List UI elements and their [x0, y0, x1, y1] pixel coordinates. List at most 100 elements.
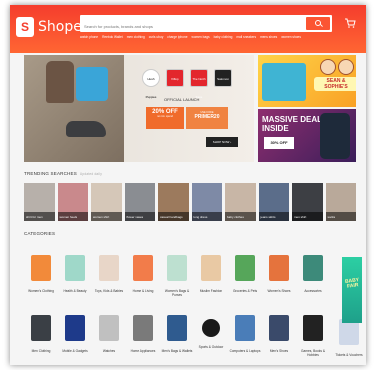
category-label: Home Appliances: [130, 349, 156, 353]
cart-icon[interactable]: [344, 17, 356, 29]
brand-logo: Salomon: [214, 69, 232, 87]
brand-logos: Hush Puppies fitflop The North Face Salo…: [142, 69, 232, 99]
category-image: [235, 255, 255, 281]
category-image: [269, 255, 289, 281]
category-label: Sports & Outdoor: [198, 345, 224, 349]
main-carousel-banner[interactable]: Hush Puppies fitflop The North Face Salo…: [24, 55, 254, 162]
category-item[interactable]: Games, Books & Hobbies: [296, 311, 330, 365]
category-item[interactable]: Muslim Fashion: [194, 251, 228, 307]
category-label: Women's Shoes: [267, 289, 291, 293]
category-image: [31, 255, 51, 281]
side-banner-offer: 30% OFF: [264, 137, 294, 149]
floating-promo-banner[interactable]: BABY FAIR: [342, 257, 362, 323]
discount-note: no min. spend: [157, 115, 173, 118]
category-item[interactable]: Health & Beauty: [58, 251, 92, 307]
trending-label: long dress: [191, 212, 222, 221]
category-item[interactable]: Men Clothing: [24, 311, 58, 365]
trending-section-title: TRENDING SEARCHES Updated daily: [24, 171, 102, 176]
suggestion-link[interactable]: curls ubuy: [149, 35, 164, 39]
category-item[interactable]: Groceries & Pets: [228, 251, 262, 307]
category-label: Computers & Laptops: [229, 349, 261, 353]
search-button[interactable]: [306, 17, 330, 30]
promo-code-box: USE CODE PRIMER20: [186, 107, 228, 129]
suggestion-link[interactable]: baby clothing: [214, 35, 233, 39]
category-image: [133, 255, 153, 281]
trending-item[interactable]: men shirt: [292, 183, 323, 221]
coat-image: [320, 113, 350, 159]
category-item[interactable]: Computers & Laptops: [228, 311, 262, 365]
categories-grid: Women's Clothing Health & Beauty Toys, K…: [24, 251, 342, 365]
category-item[interactable]: Mobile & Gadgets: [58, 311, 92, 365]
category-label: Health & Beauty: [63, 289, 87, 293]
suggestion-link[interactable]: mall sneakers: [236, 35, 256, 39]
suggestion-link[interactable]: women shoes: [281, 35, 301, 39]
trending-item[interactable]: women shirt: [91, 183, 122, 221]
category-item[interactable]: Women's Bags & Purses: [160, 251, 194, 307]
shoe-image: [66, 121, 106, 137]
category-image: [65, 255, 85, 281]
trending-title: TRENDING SEARCHES: [24, 171, 77, 176]
category-image: [99, 255, 119, 281]
browser-frame: S Shopee watch phone Reebok Wallet men c…: [10, 5, 366, 365]
side-banner-top[interactable]: SEAN & SOPHIE'S: [258, 55, 356, 107]
banner-product-photo: [24, 55, 124, 162]
trending-item[interactable]: socks: [325, 183, 356, 221]
character-icon: [320, 59, 336, 75]
category-image: [65, 315, 85, 341]
search-input[interactable]: [80, 18, 292, 35]
category-image: [235, 315, 255, 341]
trending-item[interactable]: baby clothes: [225, 183, 256, 221]
header-bar: S Shopee watch phone Reebok Wallet men c…: [10, 5, 366, 53]
category-item[interactable]: Women's Shoes: [262, 251, 296, 307]
category-label: Games, Books & Hobbies: [301, 349, 325, 357]
trending-item[interactable]: women heels: [57, 183, 88, 221]
suggestion-link[interactable]: women bags: [192, 35, 210, 39]
search-bar: [80, 15, 332, 35]
brand-logo: Hush Puppies: [142, 69, 160, 99]
promo-text: BABY FAIR: [344, 277, 360, 290]
shop-now-button[interactable]: SHOP NOW ›: [206, 137, 238, 147]
category-image: [202, 319, 220, 337]
categories-section-title: CATEGORIES: [24, 231, 56, 236]
category-item[interactable]: Home & Living: [126, 251, 160, 307]
categories-row: Men Clothing Mobile & Gadgets Watches Ho…: [24, 311, 342, 365]
category-item[interactable]: Accessories: [296, 251, 330, 307]
category-item[interactable]: Toys, Kids & Babies: [92, 251, 126, 307]
trending-label: women heels: [57, 212, 88, 221]
category-label: Mobile & Gadgets: [62, 349, 88, 353]
side-banner-bottom[interactable]: MASSIVE DEALS INSIDE 30% OFF: [258, 109, 356, 162]
category-item[interactable]: Men's Bags & Wallets: [160, 311, 194, 365]
suggestion-link[interactable]: men clothing: [127, 35, 145, 39]
category-label: Men Clothing: [31, 349, 51, 353]
category-image: [133, 315, 153, 341]
category-image: [99, 315, 119, 341]
category-item[interactable]: Men's Shoes: [262, 311, 296, 365]
search-suggestions: watch phone Reebok Wallet men clothing c…: [80, 35, 301, 39]
trending-label: jeans skirts: [258, 212, 289, 221]
category-item[interactable]: Women's Clothing: [24, 251, 58, 307]
suggestion-link[interactable]: charge iphone: [167, 35, 187, 39]
category-label: Toys, Kids & Babies: [94, 289, 124, 293]
category-image: [269, 315, 289, 341]
category-image: [201, 255, 221, 281]
trending-item[interactable]: shirt for men: [24, 183, 55, 221]
category-label: Groceries & Pets: [232, 289, 258, 293]
shopping-bag-icon: S: [16, 17, 34, 37]
trending-item[interactable]: casual handbags: [158, 183, 189, 221]
promo-code: PRIMER20: [194, 114, 220, 120]
category-image: [167, 315, 187, 341]
suggestion-link[interactable]: mens shoes: [260, 35, 277, 39]
trending-item[interactable]: jeans skirts: [258, 183, 289, 221]
category-item[interactable]: Sports & Outdoor: [194, 311, 228, 365]
trending-label: men shirt: [292, 212, 323, 221]
category-label: Men's Shoes: [269, 349, 289, 353]
category-label: Men's Bags & Wallets: [161, 349, 193, 353]
category-label: Home & Living: [132, 289, 154, 293]
category-label: Women's Bags & Purses: [164, 289, 190, 297]
suggestion-link[interactable]: watch phone: [80, 35, 98, 39]
trending-item[interactable]: long dress: [191, 183, 222, 221]
suggestion-link[interactable]: Reebok Wallet: [102, 35, 123, 39]
trending-item[interactable]: flower vases: [124, 183, 155, 221]
category-item[interactable]: Watches: [92, 311, 126, 365]
category-item[interactable]: Home Appliances: [126, 311, 160, 365]
